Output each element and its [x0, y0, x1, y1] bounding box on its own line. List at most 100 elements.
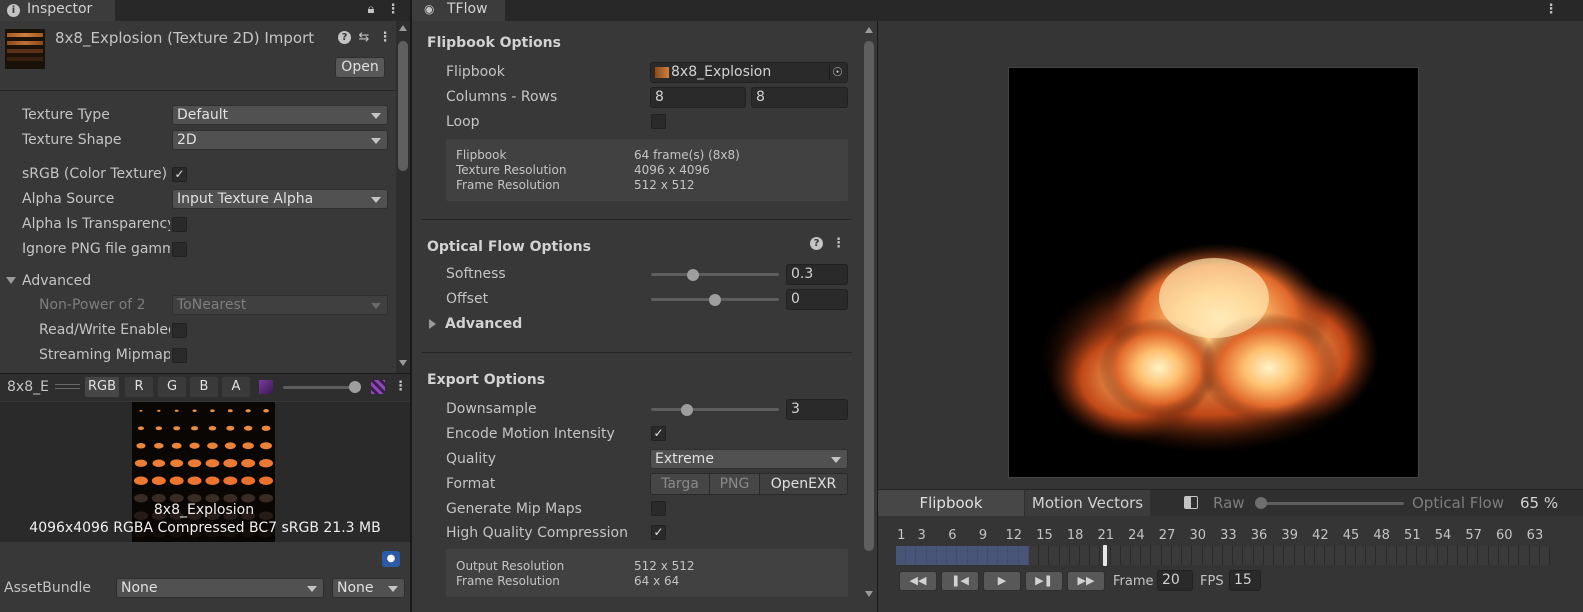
timeline-frame-cell[interactable] — [1529, 546, 1539, 565]
timeline-frame-cell[interactable] — [1355, 546, 1366, 565]
timeline-frame-cell[interactable] — [1131, 546, 1141, 565]
timeline-frame-cell[interactable] — [1151, 546, 1161, 565]
timeline-frame-cell[interactable] — [1059, 546, 1069, 565]
more-options-icon[interactable]: ⋮ — [832, 236, 845, 252]
previous-frame-button[interactable]: ❚◀ — [941, 571, 979, 591]
open-button[interactable]: Open — [335, 57, 385, 78]
scrollbar-thumb[interactable] — [398, 41, 408, 171]
timeline-frame-cell[interactable] — [1447, 546, 1458, 565]
timeline-frame-cell[interactable] — [1345, 546, 1355, 565]
offset-field[interactable]: 0 — [786, 289, 848, 310]
loop-checkbox[interactable] — [651, 114, 666, 129]
downsample-slider-knob[interactable] — [680, 404, 693, 416]
timeline-frame-cell[interactable] — [1161, 546, 1171, 565]
flipbook-viewport[interactable] — [1008, 67, 1419, 478]
timeline-frame-cell[interactable] — [1539, 546, 1549, 565]
timeline-frame-cell[interactable] — [1202, 546, 1212, 565]
fps-field[interactable]: 15 — [1229, 570, 1261, 591]
channel-b-button[interactable]: B — [189, 376, 219, 398]
encode-motion-intensity-checkbox[interactable]: ✓ — [651, 426, 666, 441]
timeline-frame-cell[interactable] — [1192, 546, 1202, 565]
texture-type-dropdown[interactable]: Default — [172, 105, 388, 125]
more-options-icon[interactable]: ⋮ — [378, 30, 392, 46]
downsample-field[interactable]: 3 — [786, 399, 848, 420]
timeline-frame-cell[interactable] — [1243, 546, 1253, 565]
channel-r-button[interactable]: R — [124, 376, 154, 398]
timeline-frame-cell[interactable] — [1233, 546, 1243, 565]
timeline-frame-cell[interactable] — [1110, 546, 1120, 565]
frame-field[interactable]: 20 — [1157, 570, 1193, 591]
timeline-frame-cell[interactable] — [1366, 546, 1376, 565]
timeline-frame-cell[interactable] — [1039, 546, 1049, 565]
format-targa-button[interactable]: Targa — [650, 473, 710, 495]
scrollbar-thumb[interactable] — [864, 41, 874, 551]
blend-slider-track[interactable] — [1260, 502, 1404, 505]
preset-icon[interactable]: ⇆ — [357, 30, 371, 46]
timeline-frame-cell[interactable] — [1509, 546, 1519, 565]
timeline-frame-cell[interactable] — [1171, 546, 1182, 565]
play-button[interactable]: ▶ — [983, 571, 1021, 591]
tab-motion-vectors[interactable]: Motion Vectors — [1025, 490, 1150, 516]
timeline-frame-cell[interactable] — [1028, 546, 1039, 565]
more-options-icon[interactable]: ⋮ — [1544, 2, 1558, 18]
timeline-frame-cell[interactable] — [1478, 546, 1488, 565]
options-scrollbar[interactable] — [862, 21, 877, 612]
mip-slider-knob[interactable] — [349, 381, 361, 393]
timeline-frame-cell[interactable] — [1437, 546, 1447, 565]
timeline-frame-cell[interactable] — [1263, 546, 1274, 565]
timeline-frame-cell[interactable] — [1427, 546, 1437, 565]
zoom-level[interactable]: 65 % — [1520, 494, 1558, 512]
first-frame-button[interactable]: ◀◀ — [899, 571, 937, 591]
alpha-transparency-checkbox[interactable] — [172, 217, 187, 232]
columns-field[interactable]: 8 — [650, 87, 746, 108]
foldout-collapsed-icon[interactable] — [429, 319, 436, 329]
tab-flipbook[interactable]: Flipbook — [878, 490, 1024, 516]
timeline-frame-cell[interactable] — [1314, 546, 1325, 565]
format-png-button[interactable]: PNG — [709, 473, 760, 495]
timeline-frame-cell[interactable] — [1141, 546, 1151, 565]
format-openexr-button[interactable]: OpenEXR — [759, 473, 848, 495]
assetbundle-name-dropdown[interactable]: None — [116, 578, 324, 598]
split-view-icon[interactable] — [1184, 496, 1198, 509]
offset-slider-knob[interactable] — [709, 294, 721, 306]
read-write-checkbox[interactable] — [172, 323, 187, 338]
advanced-foldout[interactable]: Advanced — [445, 316, 522, 332]
quality-dropdown[interactable]: Extreme — [650, 449, 848, 469]
texture-shape-dropdown[interactable]: 2D — [172, 130, 388, 150]
channel-g-button[interactable]: G — [157, 376, 187, 398]
flipbook-object-field[interactable]: 8x8_Explosion ☉ — [650, 62, 848, 83]
object-picker-icon[interactable]: ☉ — [829, 65, 845, 80]
timeline-frame-cell[interactable] — [1212, 546, 1222, 565]
timeline-frame-cell[interactable] — [1396, 546, 1406, 565]
timeline-frame-cell[interactable] — [1376, 546, 1386, 565]
rows-field[interactable]: 8 — [751, 87, 848, 108]
inspector-scrollbar[interactable] — [396, 21, 410, 373]
timeline-frame-cell[interactable] — [1294, 546, 1304, 565]
timeline-frame-cell[interactable] — [1079, 546, 1090, 565]
help-icon[interactable]: ? — [338, 31, 351, 44]
timeline-frame-cell[interactable] — [1253, 546, 1263, 565]
label-tag-icon[interactable]: ● — [382, 551, 400, 567]
timeline-frame-cell[interactable] — [1304, 546, 1314, 565]
timeline-frame-cell[interactable] — [1519, 546, 1529, 565]
timeline-frame-cell[interactable] — [1325, 546, 1335, 565]
timeline-frame-cell[interactable] — [1458, 546, 1468, 565]
timeline-frame-cell[interactable] — [1335, 546, 1345, 565]
timeline-frame-cell[interactable] — [1069, 546, 1079, 565]
last-frame-button[interactable]: ▶▶ — [1067, 571, 1105, 591]
timeline-frame-cell[interactable] — [1386, 546, 1396, 565]
timeline-frame-cell[interactable] — [1284, 546, 1294, 565]
generate-mip-maps-checkbox[interactable] — [651, 501, 666, 516]
lock-icon[interactable]: 🔒︎ — [364, 2, 378, 18]
mip-slider-track[interactable] — [283, 386, 355, 389]
timeline-track[interactable] — [896, 545, 1550, 566]
ignore-png-gamma-checkbox[interactable] — [172, 242, 187, 257]
next-frame-button[interactable]: ▶❚ — [1025, 571, 1063, 591]
blend-slider-knob[interactable] — [1255, 497, 1267, 509]
playhead[interactable] — [1103, 545, 1108, 566]
advanced-foldout[interactable]: Advanced — [22, 273, 142, 289]
timeline-frame-cell[interactable] — [1182, 546, 1192, 565]
tab-inspector[interactable]: i Inspector — [0, 0, 115, 21]
timeline-frame-cell[interactable] — [1488, 546, 1498, 565]
more-options-icon[interactable]: ⋮ — [394, 379, 407, 395]
